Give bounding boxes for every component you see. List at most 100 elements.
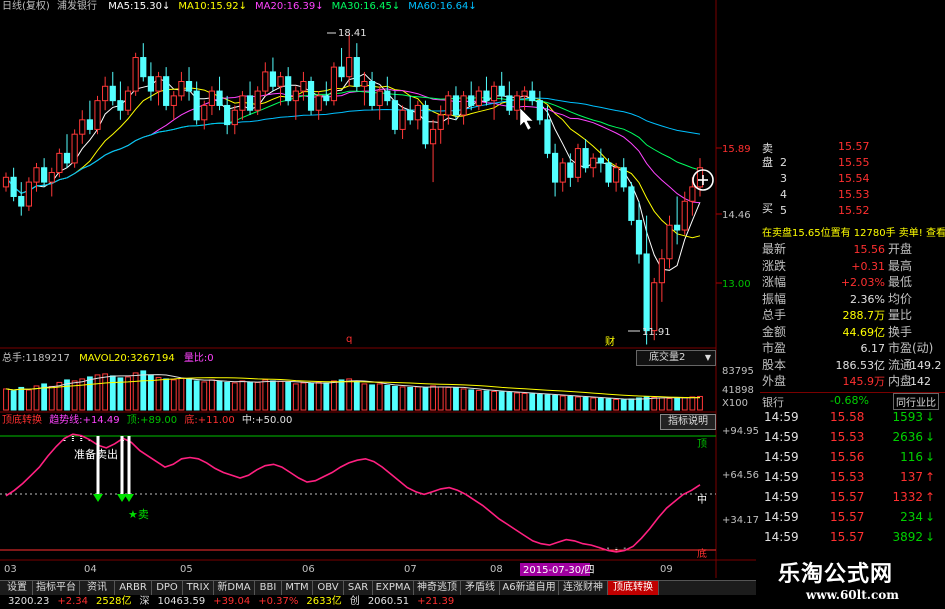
stat-label-2: 内盘 [888,374,913,388]
stat-value: 2.36% [850,292,885,306]
industry-name[interactable]: 银行 [762,394,784,410]
volume-bar [262,379,269,411]
indicator-tab[interactable]: 新DMA [214,581,255,595]
indicator-tab[interactable]: 资讯 [80,581,115,595]
date-tick: 04 [84,564,97,575]
indicator-tab[interactable]: BBI [255,581,282,595]
indicator-tab[interactable]: 神奇逃顶术 [414,581,461,607]
candle [574,143,582,183]
volume-bar [300,382,307,411]
stat-value: +0.31 [851,259,885,273]
quote-stat-row: 涨幅 +2.03% 最低 [760,275,945,290]
stat-value: 44.69亿 [842,325,886,339]
volume-bar [346,378,353,411]
ma-label: MA30: [331,1,364,12]
volume-unit: X100 [722,398,748,409]
volume-bar [338,379,345,411]
ma-legend-item: MA20:16.39↓ [255,1,324,12]
quote-stat-row: 最新 15.56 开盘 [760,242,945,257]
trade-volume: 3892 [892,530,923,544]
indicator-tab[interactable]: TRIX [183,581,214,595]
indicator-tab[interactable]: A6新道自用 [500,581,559,595]
indicator-help-button[interactable]: 指标说明 [660,414,716,430]
indicator-tab[interactable]: 连涨财神 [559,581,608,595]
volume-bar [422,387,429,411]
site-watermark: 乐淘公式网 www.60lt.com [756,552,945,609]
stat-label: 涨幅 [762,275,787,289]
stat-value: 186.53亿 [835,358,886,372]
indicator-tab[interactable]: 顶底转换 [608,581,659,595]
indicator-name[interactable]: 顶底转换 [2,415,42,426]
volume-bar [674,397,681,411]
volume-bar [376,383,383,411]
stat-value: 15.56 [853,243,886,256]
trade-volume: 137 [900,470,923,484]
status-item: +39.04 [213,596,251,607]
trade-volume: 2636 [892,430,923,444]
level-price: 15.53 [838,188,870,201]
indicator-tab[interactable]: 设置 [2,581,33,595]
volume-bar [681,396,688,411]
volume-bar [292,383,299,411]
indicator-tab[interactable]: 矛盾线 [461,581,500,595]
kline-chart-area[interactable]: 15.89 14.46 13.00 18.41 11.91 q 财 83795 … [0,0,760,578]
mid-value: +50.00 [255,415,293,426]
status-item: 2528亿 [96,596,132,607]
volume-bar [216,380,223,411]
order-book-row[interactable]: 5 15.52 [760,203,945,218]
trade-time: 14:59 [764,410,799,424]
ma-label: MA5: [108,1,134,12]
order-book: 卖盘 买 15.57 2 15.55 3 15.54 4 15.53 5 15.52 [760,138,945,226]
indicator-tab[interactable]: MTM [282,581,313,595]
indicator-tab[interactable]: ARBR [115,581,152,595]
ma-value: 16.39 [286,1,316,12]
volume-bar [575,396,581,411]
volume-bar [590,397,597,411]
date-tick: 05 [180,564,193,575]
order-book-row[interactable]: 3 15.54 [760,171,945,186]
indicator-tab[interactable]: EXPMA [373,581,414,595]
large-order-notice[interactable]: 在卖盘15.65位置有 12780手 卖单! 查看 [762,227,945,240]
mavol-label: MAVOL20: [79,353,131,364]
stat-value-2: 142 [910,375,931,388]
chart-period-label[interactable]: 日线(复权) [2,1,50,12]
ma-value: 16.45 [363,1,392,12]
level-price: 15.55 [838,156,870,169]
indicator-tab[interactable]: 指标平台 [33,581,80,595]
kline-header: 日线(复权) 浦发银行 MA5:15.30↓ MA10:15.92↓ MA20:16… [2,0,485,13]
down-arrow-icon: ↓ [315,1,324,12]
volume-bar [536,393,543,411]
volume-bar [79,378,86,411]
trade-price: 15.53 [830,470,865,484]
stat-label: 涨跌 [762,258,787,273]
quote-stat-row: 总手 288.7万 量比 [760,308,945,323]
volume-bar [10,390,17,411]
status-item: 创 [349,596,360,607]
volume-indicator-dropdown[interactable]: 底交量2 ▼ [636,350,716,366]
indicator-tab[interactable]: SAR [344,581,373,595]
volume-bar [18,386,25,411]
status-item: +21.39 [417,596,455,607]
order-book-row[interactable]: 4 15.53 [760,187,945,202]
volume-bar [453,387,459,411]
level-number: 5 [780,204,787,217]
volume-header: 总手:1189217 MAVOL20:3267194 量比:0 [2,352,214,365]
osc-mid-side-label: 中 [697,493,707,506]
trend-line-value: +14.49 [82,415,120,426]
trade-price: 15.53 [830,430,865,444]
date-tick: 08 [490,564,503,575]
industry-compare-button[interactable]: 同行业比 [893,393,939,410]
trade-price: 15.57 [830,530,865,544]
volume-bar [544,394,551,411]
stat-value-2: 149.2 [910,358,942,372]
mid-label: 中: [241,415,256,426]
sell-star-label: ★卖 [128,508,149,521]
volume-bar [613,398,620,411]
indicator-tab[interactable]: OBV [313,581,344,595]
date-cursor-label: 2015-07-30/四 [523,565,594,576]
indicator-tab[interactable]: DPO [152,581,183,595]
order-book-row[interactable]: 2 15.55 [760,155,945,170]
indicator-tab-bar: 设置 指标平台 资讯 ARBR DPO TRIX 新DMA BBI MTM OBV SAR EXPMA… [0,580,756,607]
order-book-row[interactable]: 15.57 [760,139,945,154]
volume-bar [163,378,170,411]
